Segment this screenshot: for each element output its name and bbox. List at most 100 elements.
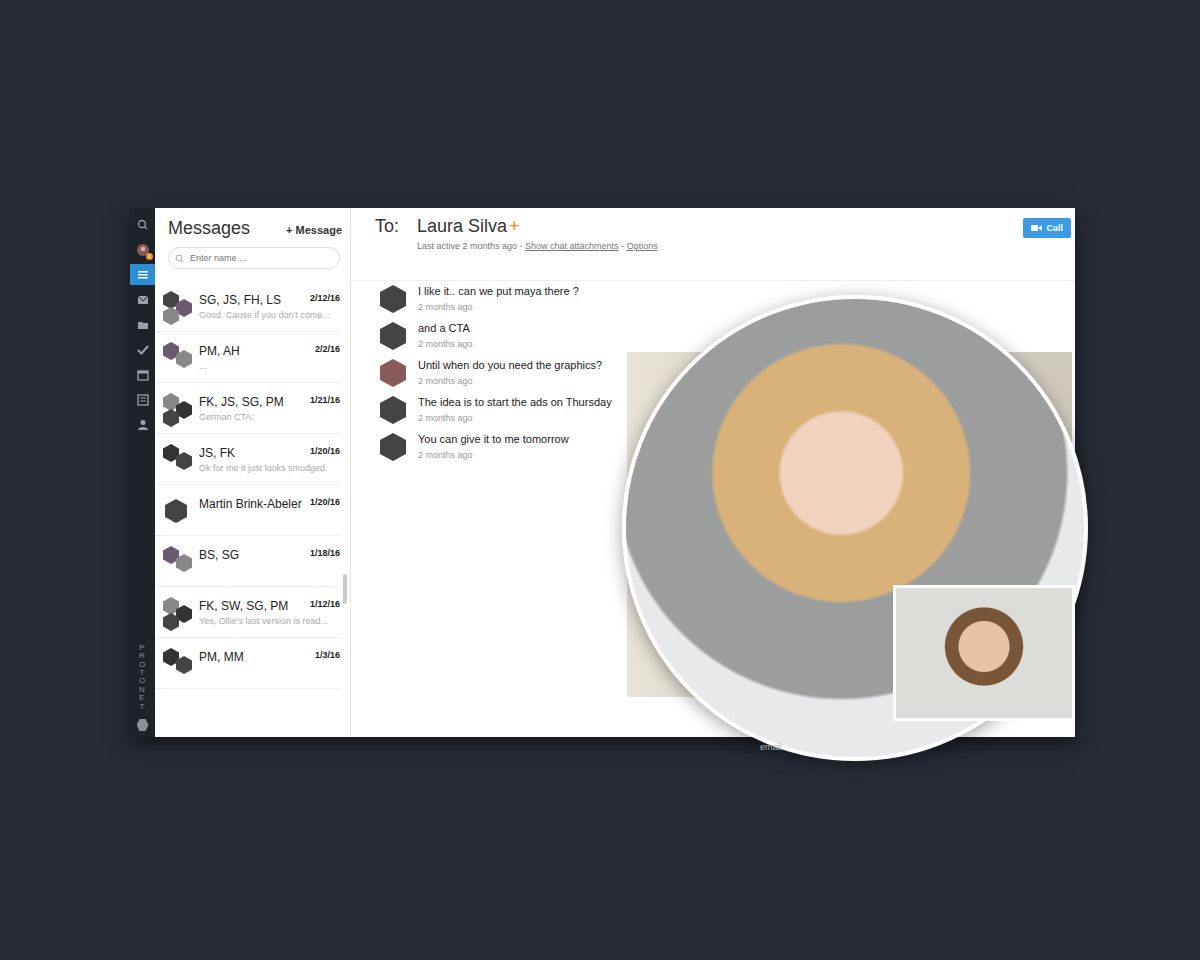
video-camera-icon bbox=[1031, 224, 1042, 232]
avatar-icon bbox=[380, 322, 406, 350]
add-participant-button[interactable]: + bbox=[509, 216, 520, 236]
nav-item[interactable] bbox=[130, 214, 155, 235]
new-message-button[interactable]: + Message bbox=[286, 224, 342, 236]
separator: - bbox=[619, 241, 627, 251]
conversation-date: 1/20/16 bbox=[310, 446, 340, 460]
conversation-row[interactable]: FK, SW, SG, PM1/12/16Yes, Ollie's last v… bbox=[155, 587, 340, 638]
search-input[interactable] bbox=[188, 252, 333, 264]
row-top: FK, JS, SG, PM 1/21/16 bbox=[199, 395, 340, 409]
row-top: PM, AH2/2/16 bbox=[199, 344, 340, 358]
conversation-row[interactable]: PM, MM1/3/16 bbox=[155, 638, 340, 689]
conversation-row[interactable]: SG, JS, FH, LS 2/12/16 Good. Cause if you … bbox=[155, 281, 340, 332]
avatar-group-icon bbox=[163, 287, 193, 325]
conversation-row[interactable]: FK, JS, SG, PM 1/21/16 German CTA: bbox=[155, 383, 340, 434]
brand-logo-icon bbox=[137, 719, 149, 731]
scrollbar[interactable] bbox=[343, 574, 347, 604]
list-header: Messages + Message bbox=[155, 208, 350, 239]
avatar-group-icon bbox=[163, 440, 193, 478]
row-top: Martin Brink-Abeler1/20/16 bbox=[199, 497, 340, 511]
row-content: FK, JS, SG, PM 1/21/16 German CTA: bbox=[199, 389, 340, 422]
conversation-row[interactable]: PM, AH2/2/16... bbox=[155, 332, 340, 383]
message-text: and a CTA bbox=[418, 322, 473, 334]
attachments-link[interactable]: Show chat attachments bbox=[525, 241, 619, 251]
call-button[interactable]: Call bbox=[1023, 218, 1071, 238]
conversation-date: 1/20/16 bbox=[310, 497, 340, 511]
avatar-icon bbox=[380, 285, 406, 313]
nav-item[interactable]: 1 bbox=[130, 239, 155, 260]
message-body: The idea is to start the ads on Thursday… bbox=[418, 396, 612, 423]
conversation-name: BS, SG bbox=[199, 548, 239, 562]
nav-item[interactable] bbox=[130, 389, 155, 410]
message-text: You can give it to me tomorrow bbox=[418, 433, 569, 445]
message-text: The idea is to start the ads on Thursday bbox=[418, 396, 612, 408]
conversation-row[interactable]: Martin Brink-Abeler1/20/16 bbox=[155, 485, 340, 536]
tasks-icon bbox=[137, 344, 149, 356]
row-top: PM, MM1/3/16 bbox=[199, 650, 340, 664]
conversation-row[interactable]: BS, SG 1/18/16 bbox=[155, 536, 340, 587]
row-top: SG, JS, FH, LS 2/12/16 bbox=[199, 293, 340, 307]
nav-item[interactable] bbox=[130, 339, 155, 360]
last-active: Last active 2 months ago bbox=[417, 241, 517, 251]
conversation-preview: ... bbox=[199, 361, 340, 371]
list-title: Messages bbox=[168, 218, 250, 239]
row-top: JS, FK 1/20/16 bbox=[199, 446, 340, 460]
message-body: You can give it to me tomorrow 2 months a… bbox=[418, 433, 569, 460]
conversation-preview: Ok for me it just looks smudged. bbox=[199, 463, 340, 473]
app-window: 1 PROTONET Messages + Message SG, JS, FH, LS… bbox=[130, 208, 1075, 737]
files-icon bbox=[137, 319, 149, 331]
avatar-icon bbox=[380, 396, 406, 424]
nav-item[interactable] bbox=[130, 264, 155, 285]
search-icon bbox=[175, 254, 184, 263]
message-body: I like it.. can we put maya there ? 2 mon… bbox=[418, 285, 579, 312]
to-line: To: Laura Silva+ bbox=[375, 216, 658, 237]
nav-item[interactable] bbox=[130, 414, 155, 435]
avatar-group-icon bbox=[163, 593, 193, 631]
brand-name: PROTONET bbox=[139, 644, 147, 711]
avatar-group-icon bbox=[163, 389, 193, 427]
conversation-name: FK, SW, SG, PM bbox=[199, 599, 288, 613]
recipient: Laura Silva+ bbox=[417, 216, 520, 237]
chat-header: To:Laura Silva+Last active 2 months ago … bbox=[351, 208, 1075, 281]
self-view-video bbox=[893, 585, 1075, 721]
message-time: 2 months ago bbox=[418, 413, 612, 423]
composer-hint[interactable]: email. bbox=[760, 742, 784, 752]
row-content: PM, AH2/2/16... bbox=[199, 338, 340, 371]
message-time: 2 months ago bbox=[418, 450, 569, 460]
conversation-name: SG, JS, FH, LS bbox=[199, 293, 281, 307]
conversation-preview: Good. Cause if you don't come... bbox=[199, 310, 340, 320]
conversation-date: 1/3/16 bbox=[315, 650, 340, 664]
nav-item[interactable] bbox=[130, 314, 155, 335]
conversation-list: Messages + Message SG, JS, FH, LS 2/12/16 Go… bbox=[155, 208, 351, 737]
message-text: I like it.. can we put maya there ? bbox=[418, 285, 579, 297]
nav-item[interactable] bbox=[130, 364, 155, 385]
conversation-rows: SG, JS, FH, LS 2/12/16 Good. Cause if you … bbox=[155, 281, 350, 737]
conversation-preview: German CTA: bbox=[199, 412, 340, 422]
conversation-name: FK, JS, SG, PM bbox=[199, 395, 284, 409]
conversation-name: JS, FK bbox=[199, 446, 235, 460]
search-icon bbox=[137, 219, 149, 231]
conversation-date: 1/18/16 bbox=[310, 548, 340, 562]
recipient-name: Laura Silva bbox=[417, 216, 507, 236]
row-top: FK, SW, SG, PM1/12/16 bbox=[199, 599, 340, 613]
message-time: 2 months ago bbox=[418, 302, 579, 312]
avatar-group-icon bbox=[163, 542, 193, 580]
conversation-row[interactable]: JS, FK 1/20/16 Ok for me it just looks smu… bbox=[155, 434, 340, 485]
row-content: FK, SW, SG, PM1/12/16Yes, Ollie's last v… bbox=[199, 593, 340, 626]
message-time: 2 months ago bbox=[418, 339, 473, 349]
message: I like it.. can we put maya there ? 2 mon… bbox=[380, 285, 1075, 313]
message-body: and a CTA 2 months ago bbox=[418, 322, 473, 349]
chat-title: To:Laura Silva+Last active 2 months ago … bbox=[375, 216, 658, 280]
conversation-date: 1/21/16 bbox=[310, 395, 340, 409]
separator: - bbox=[517, 241, 525, 251]
conversation-date: 2/2/16 bbox=[315, 344, 340, 358]
avatar-group-icon bbox=[163, 491, 193, 529]
avatar-icon bbox=[165, 499, 187, 523]
avatar-group-icon bbox=[163, 644, 193, 682]
call-label: Call bbox=[1046, 223, 1063, 233]
row-content: PM, MM1/3/16 bbox=[199, 644, 340, 667]
to-label: To: bbox=[375, 216, 399, 237]
options-link[interactable]: Options bbox=[627, 241, 658, 251]
conversation-date: 2/12/16 bbox=[310, 293, 340, 307]
search-field bbox=[168, 247, 340, 269]
nav-item[interactable] bbox=[130, 289, 155, 310]
